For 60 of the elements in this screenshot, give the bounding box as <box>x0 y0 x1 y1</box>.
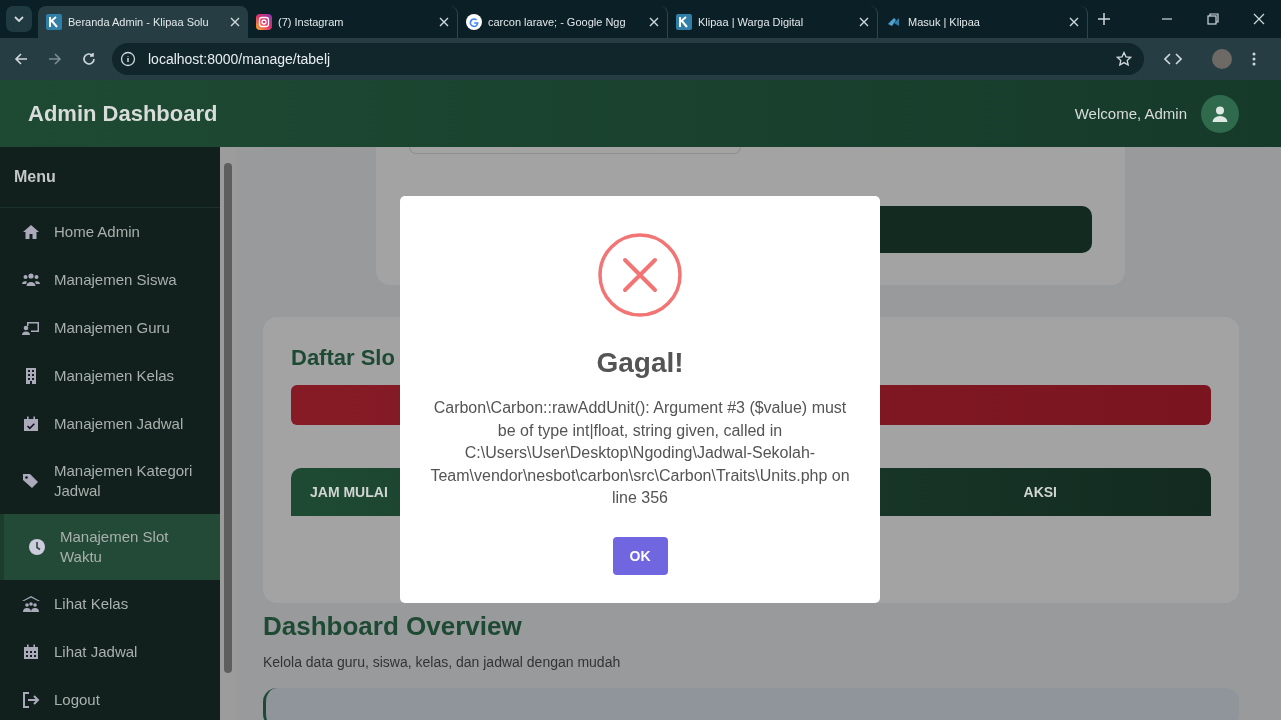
ok-button[interactable]: OK <box>612 536 668 575</box>
tab-list-button[interactable] <box>6 6 32 32</box>
error-x-icon <box>598 233 682 317</box>
teacher-icon <box>22 319 40 337</box>
close-icon[interactable] <box>1069 17 1079 27</box>
tab-title: (7) Instagram <box>278 16 344 28</box>
close-icon[interactable] <box>1253 13 1265 25</box>
address-bar[interactable]: localhost:8000/manage/tabelj <box>112 43 1144 75</box>
dialog-title: Gagal! <box>596 347 684 379</box>
sidebar-item[interactable]: Logout <box>0 676 220 720</box>
overview-subtitle: Kelola data guru, siswa, kelas, dan jadwal dengan mudah <box>263 654 622 670</box>
app-title: Admin Dashboard <box>28 100 218 127</box>
google-icon <box>466 14 482 30</box>
tab-title: Masuk | Klipaa <box>908 16 980 28</box>
sidebar-item[interactable]: Manajemen Slot Waktu <box>0 514 220 580</box>
sidebar-item[interactable]: Manajemen Guru <box>0 304 220 352</box>
url-text: localhost:8000/manage/tabelj <box>148 51 331 67</box>
reload-icon[interactable] <box>82 52 96 66</box>
column-header: AKSI <box>1023 484 1057 500</box>
welcome-text: Welcome, Admin <box>1074 105 1187 122</box>
tab-title: Klipaa | Warga Digital <box>698 16 804 28</box>
close-icon[interactable] <box>649 17 659 27</box>
error-message: Carbon\Carbon::rawAddUnit(): Argument #3 ($value) must be of type int|float, string given, called in C:\Users\User\Desktop\Ngoding\Jadwal-Sekolah-Team\vendor\nesbot\carbon\src\Carbon\Traits\Units.php on line 356 <box>429 398 851 508</box>
menu-icon[interactable] <box>1252 52 1256 66</box>
overview-title: Dashboard Overview <box>263 611 523 642</box>
k-logo-icon <box>46 14 62 30</box>
code-icon[interactable] <box>1164 52 1182 66</box>
calendar-icon <box>22 643 40 661</box>
column-header: JAM MULAI <box>309 484 388 500</box>
k-logo-icon <box>676 14 692 30</box>
restore-icon[interactable] <box>1207 13 1219 25</box>
calendar-check-icon <box>22 415 40 433</box>
sidebar-item[interactable]: Home Admin <box>0 208 220 256</box>
users-icon <box>22 271 40 289</box>
tab-title: carcon larave; - Google Ngg <box>488 16 626 28</box>
tag-icon <box>22 472 40 490</box>
close-icon[interactable] <box>439 17 449 27</box>
close-icon[interactable] <box>230 17 240 27</box>
instagram-icon <box>256 14 272 30</box>
tab-title: Beranda Admin - Klipaa Solu <box>68 16 209 28</box>
clock-icon <box>28 538 46 556</box>
chevron-down-icon[interactable] <box>13 13 25 25</box>
sidebar-item[interactable]: Manajemen Siswa <box>0 256 220 304</box>
info-icon[interactable] <box>120 51 136 67</box>
forward-icon[interactable] <box>48 52 62 66</box>
bookmark-star-icon[interactable] <box>1116 51 1132 67</box>
school-icon <box>22 595 40 613</box>
sidebar-item[interactable]: Manajemen Jadwal <box>0 400 220 448</box>
sidebar-item[interactable]: Manajemen Kategori Jadwal <box>0 448 220 514</box>
new-tab-icon[interactable] <box>1098 13 1110 25</box>
sidebar-item[interactable]: Manajemen Kelas <box>0 352 220 400</box>
section-title: Daftar Slo <box>291 345 395 371</box>
close-icon[interactable] <box>859 17 869 27</box>
user-avatar[interactable] <box>1201 94 1239 133</box>
sidebar-item[interactable]: Lihat Jadwal <box>0 628 220 676</box>
home-icon <box>22 223 40 241</box>
back-icon[interactable] <box>14 52 28 66</box>
logout-icon <box>22 691 40 709</box>
sidebar-item[interactable]: Lihat Kelas <box>0 580 220 628</box>
browser-tab[interactable]: Beranda Admin - Klipaa Solu <box>38 6 248 38</box>
